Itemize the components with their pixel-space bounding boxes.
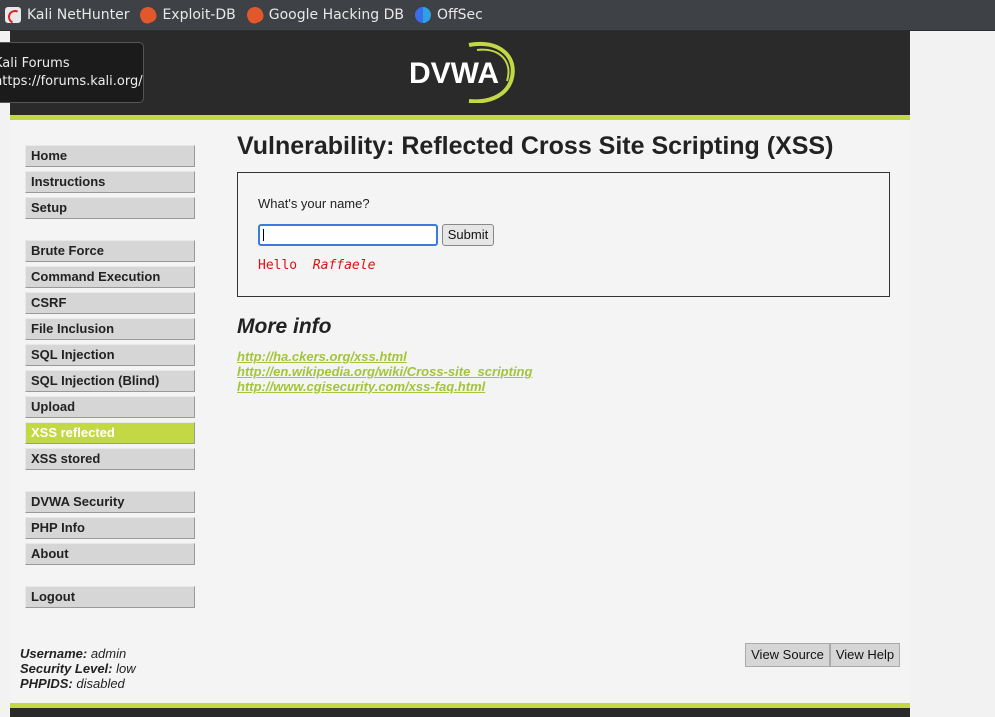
menu-group-logout: Logout	[25, 586, 195, 612]
dvwa-page: DVWA Home Instructions Setup Brute Force Co…	[10, 31, 910, 717]
bookmark-label: OffSec	[436, 7, 483, 23]
hello-name: Raffaele	[312, 258, 376, 273]
menu-item-setup[interactable]: Setup	[25, 197, 195, 219]
security-level-info: Security Level: low	[20, 661, 136, 676]
page-title: Vulnerability: Reflected Cross Site Scri…	[237, 132, 834, 160]
offsec-icon	[414, 7, 431, 23]
logo-text: DVWA	[409, 57, 499, 90]
tooltip-title: Kali Forums	[0, 56, 70, 71]
exploit-db-icon	[137, 4, 160, 26]
menu-item-instructions[interactable]: Instructions	[25, 171, 195, 193]
submit-button[interactable]: Submit	[442, 224, 494, 246]
header-stripe	[10, 115, 910, 120]
link-wikipedia[interactable]: http://en.wikipedia.org/wiki/Cross-site_…	[237, 364, 532, 379]
more-info-heading: More info	[237, 315, 332, 338]
menu-item-xss-stored[interactable]: XSS stored	[25, 448, 195, 470]
bookmarks-toolbar: Kali NetHunter Exploit-DB Google Hacking…	[0, 0, 995, 31]
phpids-value: disabled	[76, 676, 125, 691]
exploit-db-icon	[244, 4, 266, 26]
xss-form-box: What's your name? Submit Hello Raffaele	[237, 172, 890, 297]
bookmark-google-hacking-db[interactable]: Google Hacking DB	[242, 0, 410, 31]
menu-item-csrf[interactable]: CSRF	[25, 292, 195, 314]
menu-item-logout[interactable]: Logout	[25, 586, 195, 608]
menu-item-brute-force[interactable]: Brute Force	[25, 240, 195, 262]
dvwa-logo: DVWA	[409, 41, 515, 103]
username-info: Username: admin	[20, 646, 126, 661]
menu-group-vulnerabilities: Brute Force Command Execution CSRF File Inc…	[25, 240, 195, 474]
menu-item-dvwa-security[interactable]: DVWA Security	[25, 491, 195, 513]
menu-item-home[interactable]: Home	[25, 145, 195, 167]
link-cgisecurity[interactable]: http://www.cgisecurity.com/xss-faq.html	[237, 379, 485, 394]
view-help-button[interactable]: View Help	[830, 643, 900, 667]
menu-group-main: Home Instructions Setup	[25, 145, 195, 223]
menu-item-about[interactable]: About	[25, 543, 195, 565]
phpids-info: PHPIDS: disabled	[20, 676, 125, 691]
bookmark-label: Google Hacking DB	[268, 7, 404, 23]
kali-icon	[5, 7, 21, 23]
bookmark-offsec[interactable]: OffSec	[410, 0, 489, 31]
page-header: DVWA	[10, 31, 910, 115]
menu-item-php-info[interactable]: PHP Info	[25, 517, 195, 539]
xss-output: Hello Raffaele	[258, 258, 375, 273]
bookmark-tooltip: Kali Forums https://forums.kali.org/	[0, 42, 144, 103]
menu-group-settings: DVWA Security PHP Info About	[25, 491, 195, 569]
name-label: What's your name?	[258, 196, 370, 211]
username-label: Username:	[20, 646, 88, 661]
security-label: Security Level:	[20, 661, 113, 676]
menu-item-file-inclusion[interactable]: File Inclusion	[25, 318, 195, 340]
menu-item-upload[interactable]: Upload	[25, 396, 195, 418]
bookmark-label: Exploit-DB	[162, 7, 236, 23]
menu-item-xss-reflected[interactable]: XSS reflected	[25, 422, 195, 444]
phpids-label: PHPIDS:	[20, 676, 73, 691]
bookmark-kali-nethunter[interactable]: Kali NetHunter	[0, 0, 135, 31]
bookmark-exploit-db[interactable]: Exploit-DB	[135, 0, 241, 31]
text-caret	[263, 229, 264, 241]
menu-item-sql-injection[interactable]: SQL Injection	[25, 344, 195, 366]
bookmark-label: Kali NetHunter	[27, 7, 130, 23]
username-value: admin	[90, 646, 127, 661]
view-source-button[interactable]: View Source	[745, 643, 830, 667]
link-ha-ckers[interactable]: http://ha.ckers.org/xss.html	[237, 349, 407, 364]
tooltip-url: https://forums.kali.org/	[0, 74, 143, 89]
footer-bar	[10, 708, 910, 717]
security-value: low	[116, 661, 136, 676]
hello-prefix: Hello	[258, 258, 305, 273]
name-input[interactable]	[258, 224, 438, 246]
menu-item-command-execution[interactable]: Command Execution	[25, 266, 195, 288]
menu-item-sql-injection-blind[interactable]: SQL Injection (Blind)	[25, 370, 195, 392]
